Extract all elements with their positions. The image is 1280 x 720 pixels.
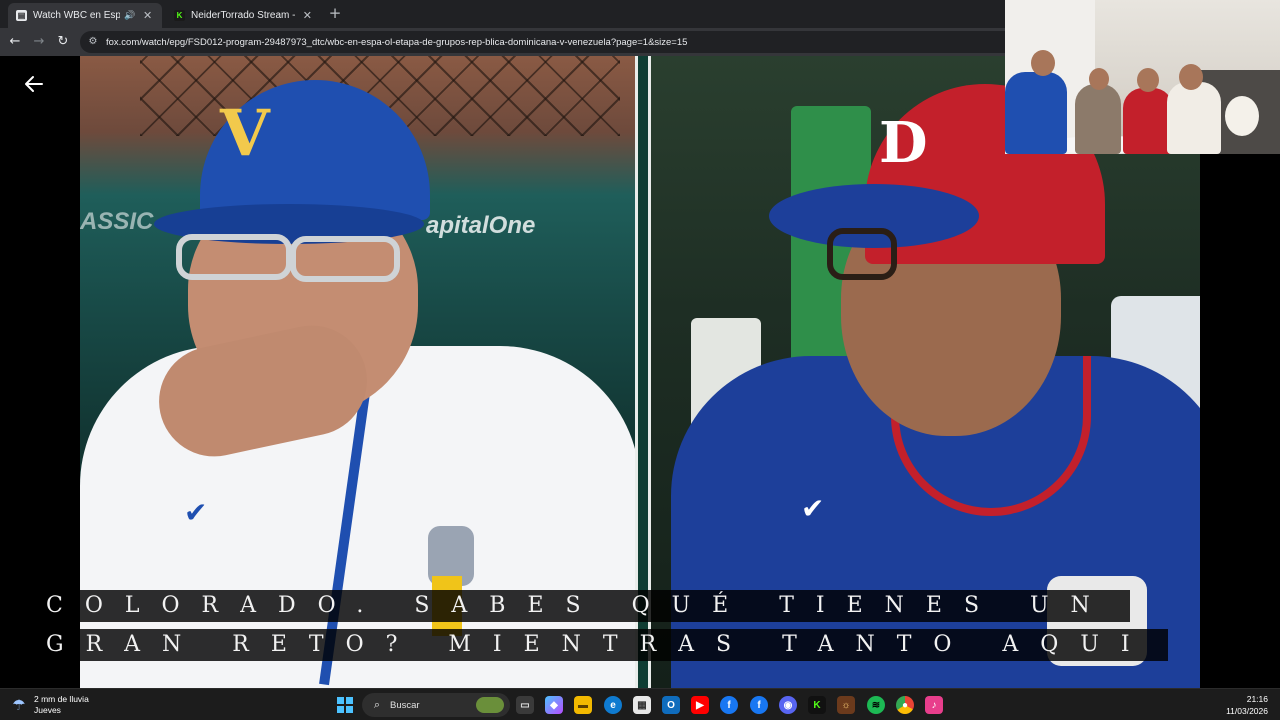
reload-icon[interactable]: ↻ xyxy=(55,34,71,50)
windows-start-icon[interactable] xyxy=(337,697,353,713)
weather-widget[interactable]: ☂ 2 mm de lluvia Jueves xyxy=(10,692,89,718)
spotify-icon[interactable]: ≋ xyxy=(867,696,885,714)
caption-line-2: GRAN RETO? MIENTRAS TANTO AQUI xyxy=(40,629,1168,661)
file-explorer-icon[interactable]: ▬ xyxy=(574,696,592,714)
facebook-icon[interactable]: f xyxy=(750,696,768,714)
address-bar[interactable]: ⚙ fox.com/watch/epg/FSD012-program-29487… xyxy=(80,31,1080,53)
back-icon[interactable]: ← xyxy=(7,34,23,50)
clock-time: 21:16 xyxy=(1246,694,1268,704)
copilot-icon[interactable]: ◆ xyxy=(545,696,563,714)
kick-icon[interactable]: K xyxy=(808,696,826,714)
person-white-jersey xyxy=(1167,82,1221,154)
close-icon[interactable]: ✕ xyxy=(141,9,154,22)
game-icon[interactable]: ☼ xyxy=(837,696,855,714)
back-arrow-icon[interactable] xyxy=(22,72,46,96)
tab-title: Watch WBC en Español - Et xyxy=(33,10,120,21)
close-icon[interactable]: ✕ xyxy=(301,9,314,22)
cap-logo: V xyxy=(220,96,270,171)
search-highlight-icon xyxy=(476,697,504,713)
forward-icon[interactable]: → xyxy=(31,34,47,50)
person-head xyxy=(1179,64,1203,90)
rain-cloud-icon: ☂ xyxy=(12,696,26,714)
clock-date: 11/03/2026 xyxy=(1226,706,1268,716)
url-text: fox.com/watch/epg/FSD012-program-2948797… xyxy=(106,36,688,48)
nike-logo: ✔ xyxy=(184,496,208,529)
kick-icon: K xyxy=(174,10,185,21)
new-tab-button[interactable]: + xyxy=(327,5,343,21)
tiktok-icon[interactable]: ♪ xyxy=(925,696,943,714)
cap-logo: D xyxy=(879,110,928,176)
person-venezuela-jersey xyxy=(1005,72,1067,154)
store-icon[interactable]: ▦ xyxy=(633,696,651,714)
weather-day: Jueves xyxy=(34,705,61,715)
search-box[interactable]: ⌕ Buscar xyxy=(362,693,510,717)
tab-watch-wbc[interactable]: ▤ Watch WBC en Español - Et 🔊 ✕ xyxy=(8,3,162,28)
task-view-icon[interactable]: ▭ xyxy=(516,696,534,714)
tab-title: NeiderTorrado Stream - Watch xyxy=(191,10,295,21)
glasses xyxy=(290,236,400,282)
discord-icon[interactable]: ◉ xyxy=(779,696,797,714)
speaker-icon[interactable]: 🔊 xyxy=(124,10,135,21)
edge-icon[interactable]: e xyxy=(604,696,622,714)
search-icon: ⌕ xyxy=(373,698,381,711)
person-head xyxy=(1137,68,1159,92)
search-placeholder: Buscar xyxy=(390,699,420,711)
stadium-banner: ASSIC xyxy=(80,208,154,235)
nike-logo: ✔ xyxy=(801,492,825,525)
person xyxy=(1075,84,1121,154)
caption-line-1: COLORADO. SABES QUÉ TIENES UN xyxy=(40,590,1130,622)
youtube-icon[interactable]: ▶ xyxy=(691,696,709,714)
chrome-icon[interactable]: ● xyxy=(896,696,914,714)
system-clock[interactable]: 21:16 11/03/2026 xyxy=(1226,693,1268,717)
webcam-overlay xyxy=(1005,0,1280,154)
site-info-icon[interactable]: ⚙ xyxy=(86,35,100,49)
outlook-icon[interactable]: O xyxy=(662,696,680,714)
person-head xyxy=(1089,68,1109,90)
glasses xyxy=(176,234,292,280)
tab-neidertorrado-stream[interactable]: K NeiderTorrado Stream - Watch ✕ xyxy=(166,3,322,28)
page-icon: ▤ xyxy=(16,10,27,21)
glasses xyxy=(827,228,897,280)
weather-text: 2 mm de lluvia Jueves xyxy=(34,694,89,716)
browser-window: ▤ Watch WBC en Español - Et 🔊 ✕ K Neider… xyxy=(0,0,1280,688)
person-red-jersey xyxy=(1123,88,1173,154)
person-head xyxy=(1031,50,1055,76)
taskbar: ☂ 2 mm de lluvia Jueves ⌕ Buscar ▭ ◆ ▬ e… xyxy=(0,688,1280,720)
pillow xyxy=(1225,96,1259,136)
sponsor-banner: apitalOne xyxy=(426,212,536,239)
weather-main: 2 mm de lluvia xyxy=(34,694,89,704)
facebook-icon[interactable]: f xyxy=(720,696,738,714)
